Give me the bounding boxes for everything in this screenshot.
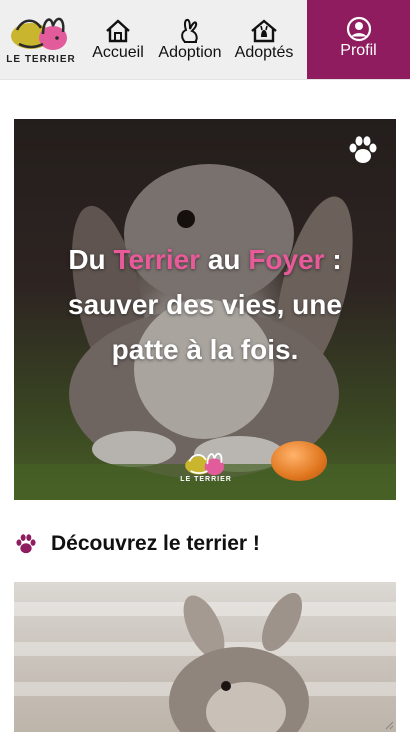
paw-icon <box>349 136 377 163</box>
hero-title-part-3: au <box>200 244 249 275</box>
nav-item-adoption[interactable]: Adoption <box>155 18 225 62</box>
brand-logo[interactable]: LE TERRIER <box>5 8 77 72</box>
hero-title-foyer: Foyer <box>248 244 325 275</box>
brand-name: LE TERRIER <box>6 54 76 65</box>
rabbit-icon <box>181 18 198 43</box>
nav-label-accueil: Accueil <box>92 44 144 61</box>
resize-handle-icon[interactable] <box>384 720 394 730</box>
nav-label-adoption: Adoption <box>158 44 222 61</box>
hero-title-part-1: Du <box>68 244 114 275</box>
nav-item-accueil[interactable]: Accueil <box>89 18 147 62</box>
nav-label-profil: Profil <box>340 42 377 59</box>
user-circle-icon <box>346 16 371 42</box>
easter-egg <box>271 441 327 481</box>
adopted-home-icon <box>251 19 277 43</box>
section-title: Découvrez le terrier ! <box>51 532 260 555</box>
nav-item-profil[interactable]: Profil <box>307 0 410 79</box>
hero-title: Du Terrier au Foyer : sauver des vies, u… <box>34 237 376 372</box>
section-heading: Découvrez le terrier ! <box>14 528 394 560</box>
hero-title-terrier: Terrier <box>113 244 201 275</box>
logo-icon <box>11 17 67 50</box>
hero-logo-text: LE TERRIER <box>180 476 232 483</box>
top-navigation: LE TERRIER Accueil Adoption Adoptés Prof… <box>0 0 410 80</box>
nav-item-adoptes[interactable]: Adoptés <box>231 18 297 62</box>
hero-banner: Du Terrier au Foyer : sauver des vies, u… <box>14 119 396 500</box>
paw-icon <box>16 534 36 554</box>
rabbit-photo-2 <box>14 582 396 732</box>
nav-label-adoptes: Adoptés <box>234 44 294 61</box>
rabbit-illustration <box>169 592 309 732</box>
home-icon <box>106 19 130 43</box>
